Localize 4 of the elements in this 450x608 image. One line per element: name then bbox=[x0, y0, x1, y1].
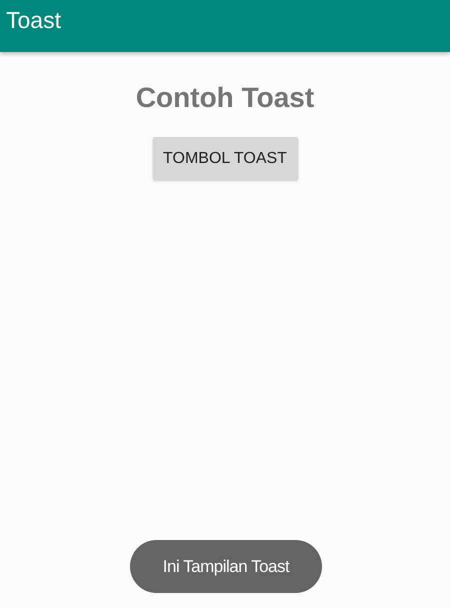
heading: Contoh Toast bbox=[136, 82, 314, 114]
toast-text: Ini Tampilan Toast bbox=[162, 556, 290, 576]
app-title: Toast bbox=[6, 6, 61, 34]
toast-button[interactable]: TOMBOL TOAST bbox=[152, 137, 298, 180]
